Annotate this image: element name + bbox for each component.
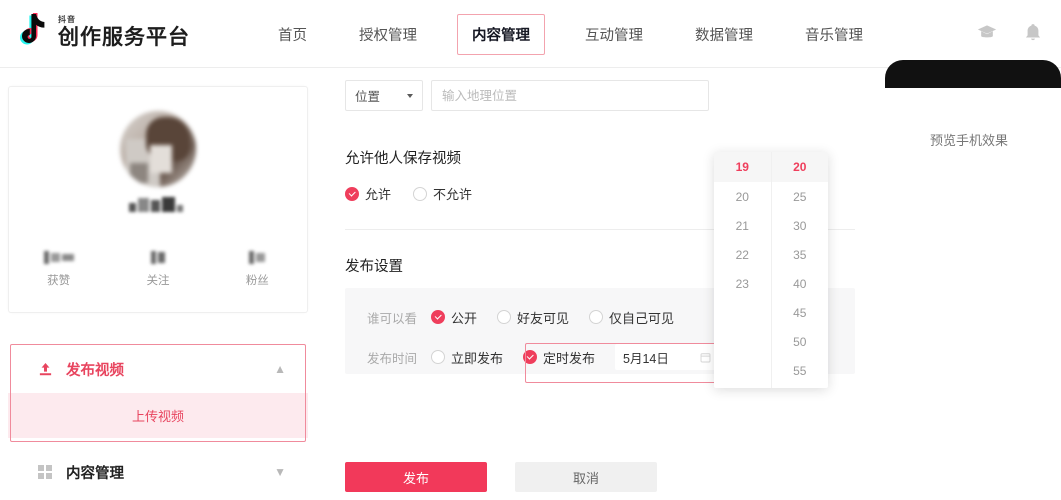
- radio-allow-save-no-label: 不允许: [433, 187, 473, 202]
- radio-visibility-friends-label: 好友可见: [517, 310, 570, 326]
- time-picker-minutes-column: 20 25 30 35 40 45 50 55: [770, 152, 829, 388]
- time-picker-hour-cell[interactable]: 21: [714, 211, 771, 240]
- top-header: 抖音 创作服务平台 首页 授权管理 内容管理 互动管理 数据管理 音乐管理: [0, 0, 1061, 68]
- time-picker-hours-column: 19 20 21 22 23: [714, 152, 771, 388]
- stat-following: 关注: [108, 249, 207, 288]
- nav-item-authorization[interactable]: 授权管理: [347, 18, 429, 51]
- phone-frame-top: [885, 60, 1061, 88]
- profile-card: 获赞 关注 粉丝: [8, 86, 308, 313]
- stat-fans-label: 粉丝: [245, 275, 269, 287]
- time-picker-minute-cell[interactable]: 25: [772, 182, 829, 211]
- radio-checked-icon: [345, 186, 359, 201]
- left-sidebar: 获赞 关注 粉丝 发布视频 ▲ 上传视频 内容管理 ▼: [8, 86, 308, 496]
- radio-visibility-private[interactable]: 仅自己可见: [589, 308, 674, 327]
- location-input[interactable]: [431, 80, 709, 111]
- nav-item-data[interactable]: 数据管理: [683, 18, 765, 51]
- phone-preview-label: 预览手机效果: [930, 133, 1009, 148]
- stat-likes-value-blurred: [9, 249, 108, 265]
- phone-preview-mockup: [885, 60, 1061, 88]
- nav-item-content[interactable]: 内容管理: [457, 13, 545, 55]
- radio-visibility-private-label: 仅自己可见: [609, 310, 675, 326]
- cancel-button[interactable]: 取消: [515, 462, 657, 492]
- grid-icon: [38, 465, 56, 479]
- radio-visibility-friends[interactable]: 好友可见: [497, 308, 569, 327]
- bell-icon[interactable]: [1023, 22, 1043, 42]
- nav-item-home[interactable]: 首页: [266, 18, 319, 51]
- radio-unchecked-icon: [413, 186, 428, 201]
- time-picker-popup: 19 20 21 22 23 20 25 30 35 40 45 50 55: [714, 152, 828, 388]
- sidebar-content-label: 内容管理: [66, 465, 124, 482]
- radio-publish-now-label: 立即发布: [451, 350, 504, 366]
- header-icon-group: [977, 22, 1043, 42]
- radio-unchecked-icon: [497, 310, 512, 324]
- brand-text: 抖音 创作服务平台: [58, 15, 190, 49]
- radio-allow-save-yes[interactable]: 允许: [345, 184, 391, 203]
- location-type-value: 位置: [355, 90, 381, 104]
- time-picker-hour-cell[interactable]: 22: [714, 240, 771, 269]
- time-picker-minute-cell[interactable]: 35: [772, 240, 829, 269]
- radio-visibility-public-label: 公开: [451, 310, 478, 326]
- time-picker-hour-selected[interactable]: 19: [714, 152, 771, 182]
- username-blurred: [129, 195, 187, 212]
- radio-unchecked-icon: [589, 310, 604, 324]
- publish-button[interactable]: 发布: [345, 462, 487, 492]
- nav-item-interaction[interactable]: 互动管理: [573, 18, 655, 51]
- timing-label: 发布时间: [367, 351, 418, 366]
- stat-fans: 粉丝: [208, 249, 307, 288]
- chevron-down-icon: [407, 93, 413, 98]
- avatar[interactable]: [120, 111, 196, 187]
- stat-following-value-blurred: [108, 249, 207, 265]
- publish-menu-highlight-box: [10, 344, 306, 442]
- time-picker-minute-cell[interactable]: 50: [772, 327, 829, 356]
- time-picker-hour-cell[interactable]: 23: [714, 269, 771, 298]
- radio-allow-save-yes-label: 允许: [365, 187, 392, 202]
- location-type-select[interactable]: 位置: [345, 80, 423, 111]
- brand-logo[interactable]: 抖音 创作服务平台: [14, 12, 190, 52]
- tiktok-note-icon: [14, 12, 48, 52]
- profile-stats: 获赞 关注 粉丝: [9, 249, 307, 288]
- form-actions: 发布 取消: [345, 462, 657, 492]
- stat-fans-value-blurred: [208, 249, 307, 265]
- stat-following-label: 关注: [146, 275, 170, 287]
- main-nav: 首页 授权管理 内容管理 互动管理 数据管理 音乐管理: [252, 0, 889, 68]
- sidebar-item-content-management[interactable]: 内容管理 ▼: [8, 448, 308, 496]
- chevron-down-icon: ▼: [274, 465, 286, 479]
- visibility-label: 谁可以看: [367, 311, 418, 326]
- time-picker-minute-cell[interactable]: 55: [772, 356, 829, 385]
- time-picker-minute-selected[interactable]: 20: [771, 152, 828, 182]
- graduation-cap-icon[interactable]: [977, 22, 997, 42]
- radio-unchecked-icon: [431, 350, 445, 364]
- radio-publish-now[interactable]: 立即发布: [431, 348, 503, 367]
- time-picker-minute-cell[interactable]: 40: [772, 269, 829, 298]
- radio-visibility-public[interactable]: 公开: [431, 308, 477, 327]
- nav-item-music[interactable]: 音乐管理: [793, 18, 875, 51]
- location-row: 位置: [345, 80, 865, 111]
- stat-likes: 获赞: [9, 249, 108, 288]
- time-picker-hour-cell[interactable]: 20: [714, 182, 771, 211]
- schedule-highlight-box: [525, 343, 720, 383]
- radio-allow-save-no[interactable]: 不允许: [413, 184, 472, 203]
- radio-checked-icon: [431, 310, 445, 324]
- time-picker-minute-cell[interactable]: 45: [772, 298, 829, 327]
- stat-likes-label: 获赞: [47, 275, 71, 287]
- brand-subtitle: 抖音: [58, 15, 76, 24]
- time-picker-minute-cell[interactable]: 30: [772, 211, 829, 240]
- brand-title: 创作服务平台: [58, 26, 190, 49]
